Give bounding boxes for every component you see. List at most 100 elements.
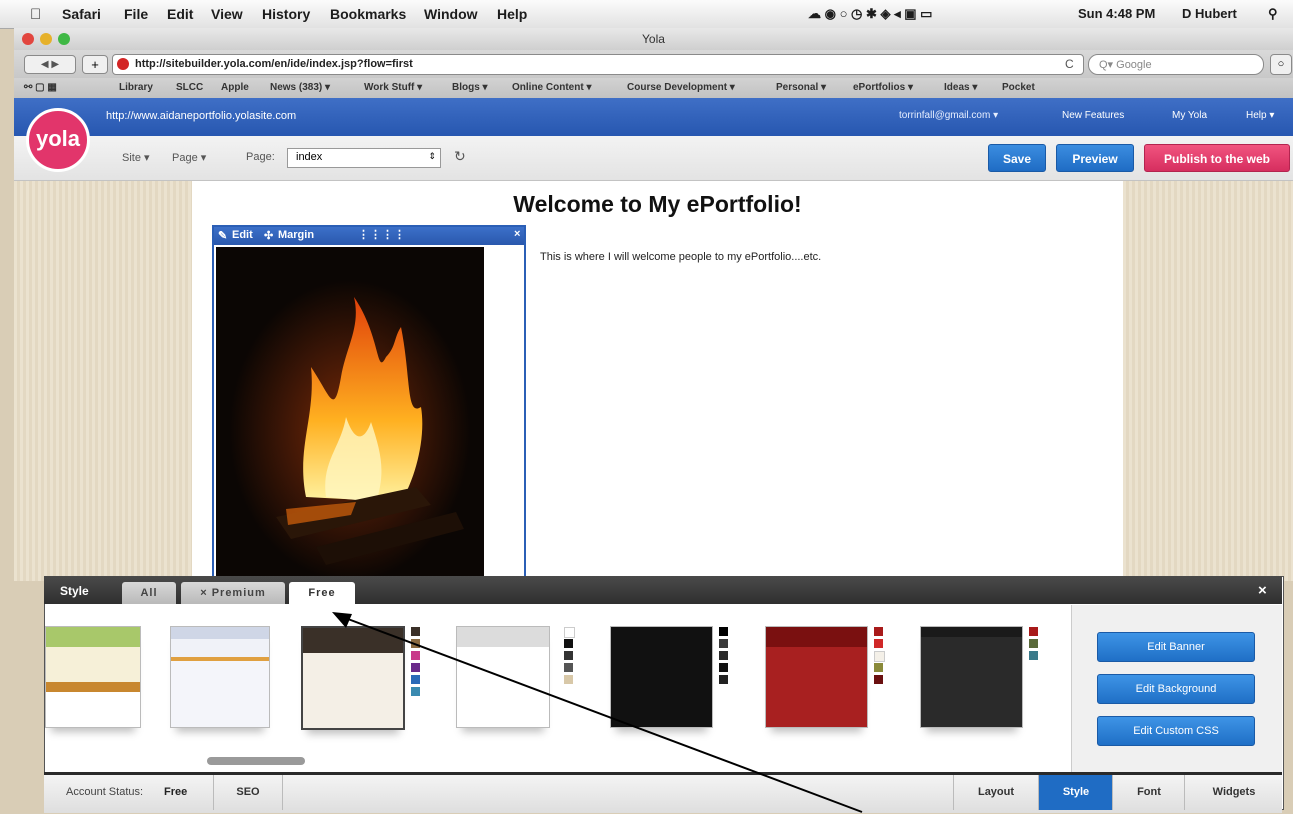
account-email[interactable]: torrinfall@gmail.com ▾	[899, 110, 998, 121]
color-swatch[interactable]	[411, 675, 420, 684]
page-body-text[interactable]: This is where I will welcome people to m…	[540, 251, 821, 263]
search-field[interactable]: Q▾ Google	[1088, 54, 1264, 75]
browser-toolbar: ◀ ▶ + http://sitebuilder.yola.com/en/ide…	[14, 50, 1293, 79]
menu-window[interactable]: Window	[424, 6, 478, 22]
tab-style[interactable]: Style	[1038, 775, 1113, 810]
color-swatch[interactable]	[874, 675, 883, 684]
page-select[interactable]: index ⇕	[287, 148, 441, 168]
edit-custom-css-button[interactable]: Edit Custom CSS	[1097, 716, 1255, 746]
widget-margin-link[interactable]: Margin	[278, 229, 314, 241]
bookmark-slcc[interactable]: SLCC	[176, 82, 203, 93]
tab-free[interactable]: Free	[289, 582, 355, 606]
window-titlebar: Yola	[14, 28, 1293, 51]
menu-safari[interactable]: Safari	[62, 6, 101, 22]
theme-thumbnail[interactable]	[610, 626, 713, 728]
address-bar[interactable]: http://sitebuilder.yola.com/en/ide/index…	[112, 54, 1084, 75]
seo-button[interactable]: SEO	[213, 775, 283, 810]
publish-button[interactable]: Publish to the web	[1144, 144, 1290, 172]
menu-history[interactable]: History	[262, 6, 310, 22]
menu-file[interactable]: File	[124, 6, 148, 22]
preview-button[interactable]: Preview	[1056, 144, 1134, 172]
link-my-yola[interactable]: My Yola	[1172, 110, 1207, 121]
link-new-features[interactable]: New Features	[1062, 110, 1124, 121]
color-swatch[interactable]	[411, 687, 420, 696]
refresh-page-icon[interactable]: ↻	[454, 148, 466, 165]
drag-handle-icon[interactable]: ⋮⋮⋮⋮	[358, 228, 406, 241]
bookmark-news[interactable]: News (383) ▾	[270, 82, 330, 93]
site-menu[interactable]: Site ▾	[122, 151, 150, 164]
edit-banner-button[interactable]: Edit Banner	[1097, 632, 1255, 662]
color-swatch[interactable]	[1029, 627, 1038, 636]
color-swatch[interactable]	[1029, 651, 1038, 660]
bookmark-apple[interactable]: Apple	[221, 82, 249, 93]
color-swatch[interactable]	[411, 639, 420, 648]
menu-view[interactable]: View	[211, 6, 243, 22]
color-swatch[interactable]	[411, 627, 420, 636]
color-swatch[interactable]	[411, 651, 420, 660]
yola-logo[interactable]: yola	[26, 108, 90, 172]
page-select-value: index	[296, 151, 323, 163]
color-swatch[interactable]	[564, 663, 573, 672]
color-swatch[interactable]	[411, 663, 420, 672]
bookmark-blogs[interactable]: Blogs ▾	[452, 82, 488, 93]
color-swatch[interactable]	[719, 651, 728, 660]
menu-help[interactable]: Help	[497, 6, 527, 22]
color-swatch[interactable]	[564, 639, 573, 648]
bookmark-library[interactable]: Library	[119, 82, 153, 93]
widget-close-icon[interactable]: ×	[514, 228, 520, 240]
carousel-scrollbar[interactable]	[207, 757, 305, 765]
bookmark-personal[interactable]: Personal ▾	[776, 82, 826, 93]
menu-edit[interactable]: Edit	[167, 6, 193, 22]
tab-layout[interactable]: Layout	[953, 775, 1038, 810]
tab-widgets[interactable]: Widgets	[1184, 775, 1283, 810]
theme-thumbnail[interactable]	[456, 626, 550, 728]
bookmark-pocket[interactable]: Pocket	[1002, 82, 1035, 93]
widget-edit-link[interactable]: Edit	[232, 229, 253, 241]
theme-thumbnail[interactable]	[170, 626, 270, 728]
color-swatch[interactable]	[874, 639, 883, 648]
link-help[interactable]: Help ▾	[1246, 110, 1274, 121]
image-widget[interactable]: ✎ Edit ✣ Margin ⋮⋮⋮⋮ ×	[212, 225, 526, 581]
spotlight-icon[interactable]: ⚲	[1268, 6, 1278, 22]
style-panel-close-icon[interactable]: ×	[1258, 582, 1267, 599]
color-swatch[interactable]	[564, 675, 573, 684]
color-swatch[interactable]	[719, 663, 728, 672]
menu-bookmarks[interactable]: Bookmarks	[330, 6, 406, 22]
bookmark-work-stuff[interactable]: Work Stuff ▾	[364, 82, 422, 93]
reader-icon[interactable]: ○	[1270, 54, 1292, 75]
bookmark-eportfolios[interactable]: ePortfolios ▾	[853, 82, 913, 93]
theme-thumbnail[interactable]	[765, 626, 868, 728]
apple-icon[interactable]: 	[30, 6, 41, 23]
color-swatch[interactable]	[719, 627, 728, 636]
page-menu[interactable]: Page ▾	[172, 151, 206, 164]
theme-thumbnail[interactable]	[45, 626, 141, 728]
color-swatch[interactable]	[874, 651, 885, 662]
color-swatch[interactable]	[719, 675, 728, 684]
tab-font[interactable]: Font	[1112, 775, 1185, 810]
bookmark-ideas[interactable]: Ideas ▾	[944, 82, 977, 93]
bookmark-online-content[interactable]: Online Content ▾	[512, 82, 591, 93]
color-swatch[interactable]	[874, 627, 883, 636]
page-heading[interactable]: Welcome to My ePortfolio!	[192, 191, 1123, 218]
color-swatch[interactable]	[1029, 639, 1038, 648]
back-forward-buttons[interactable]: ◀ ▶	[24, 55, 76, 74]
bookmark-course-development[interactable]: Course Development ▾	[627, 82, 735, 93]
site-url[interactable]: http://www.aidaneportfolio.yolasite.com	[106, 110, 296, 122]
color-swatch[interactable]	[564, 651, 573, 660]
reading-list-icon[interactable]: ⚯ ▢ ▦	[24, 82, 57, 93]
color-swatch[interactable]	[564, 627, 575, 638]
save-button[interactable]: Save	[988, 144, 1046, 172]
theme-thumbnail[interactable]	[920, 626, 1023, 728]
add-bookmark-button[interactable]: +	[82, 55, 108, 74]
theme-thumbnail-selected[interactable]	[301, 626, 405, 730]
tab-all[interactable]: All	[122, 582, 176, 604]
user-name[interactable]: D Hubert	[1182, 6, 1237, 21]
move-icon[interactable]: ✣	[264, 229, 273, 242]
reload-icon[interactable]: C	[1065, 57, 1074, 71]
color-swatch[interactable]	[719, 639, 728, 648]
status-icons: ☁ ◉ ○ ◷ ✱ ◈ ◂ ▣ ▭	[808, 6, 933, 21]
color-swatch[interactable]	[874, 663, 883, 672]
tab-premium[interactable]: × Premium	[181, 582, 285, 604]
edit-icon[interactable]: ✎	[218, 229, 227, 242]
edit-background-button[interactable]: Edit Background	[1097, 674, 1255, 704]
